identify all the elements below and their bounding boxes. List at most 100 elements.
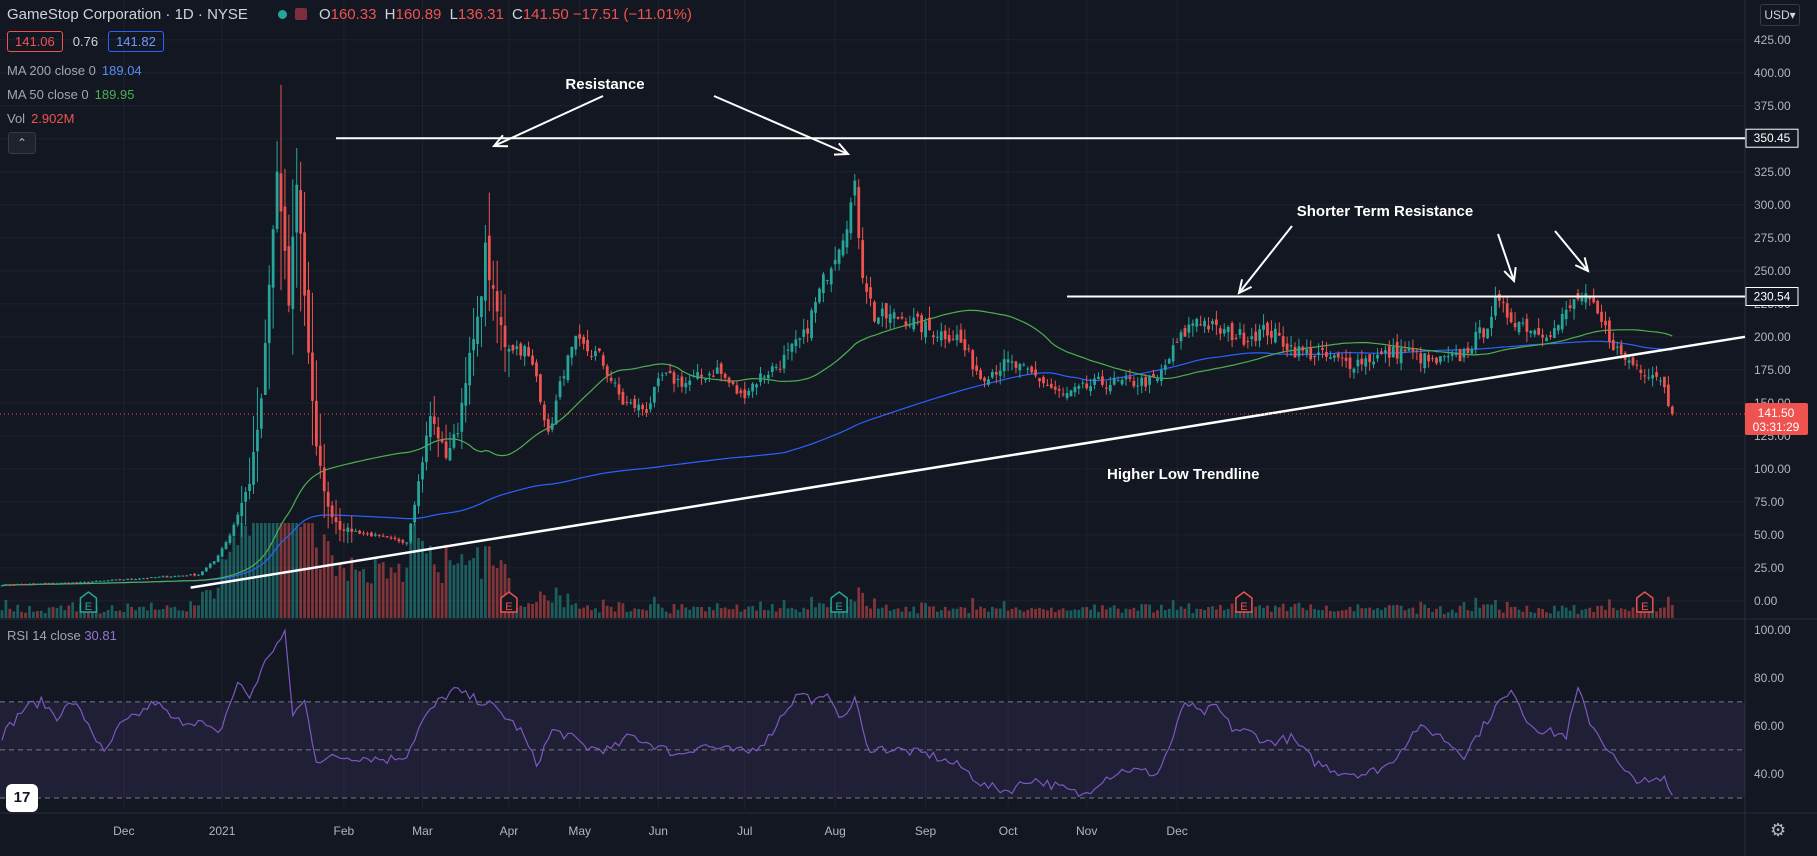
candle-body xyxy=(432,416,436,424)
rsi-legend[interactable]: RSI 14 close 30.81 xyxy=(7,628,117,643)
volume-bar xyxy=(236,545,240,618)
candle xyxy=(338,508,342,542)
chart-canvas[interactable]: Resistance Shorter Term Resistance Higher … xyxy=(0,0,1817,856)
volume-bar xyxy=(51,606,55,618)
flag-icon[interactable] xyxy=(294,8,307,21)
volume-bar xyxy=(1187,603,1191,618)
month-tick-label: Jul xyxy=(737,824,752,838)
rsi-value: 30.81 xyxy=(84,628,117,643)
earnings-marker: E xyxy=(500,591,518,613)
volume-bar xyxy=(1191,613,1195,618)
candle xyxy=(1596,299,1599,315)
volume-bar xyxy=(315,547,318,618)
candle xyxy=(1454,344,1458,358)
ma200-legend[interactable]: MA 200 close 0 189.04 xyxy=(7,63,142,78)
volume-bar xyxy=(770,604,774,618)
candle xyxy=(1659,377,1662,386)
volume-bar xyxy=(275,523,279,618)
candle xyxy=(1439,356,1442,365)
candle-body xyxy=(601,355,605,366)
volume-bar xyxy=(916,613,920,618)
volume-bar xyxy=(928,606,931,618)
candle xyxy=(971,348,975,377)
candle-body xyxy=(1663,376,1666,388)
volume-bar xyxy=(165,605,169,618)
volume-bar xyxy=(12,611,16,618)
candle-body xyxy=(935,336,939,338)
candle xyxy=(484,225,487,327)
volume-bar xyxy=(1576,613,1580,618)
volume-bar xyxy=(1623,609,1627,618)
change-value: −17.51 (−11.01%) xyxy=(572,6,692,23)
candle xyxy=(149,576,153,579)
candle-body xyxy=(814,302,817,313)
candle-body xyxy=(1462,348,1466,358)
gear-icon[interactable]: ⚙ xyxy=(1770,820,1786,841)
volume-bar xyxy=(1203,610,1206,618)
candle xyxy=(397,537,401,544)
candle xyxy=(1356,353,1360,374)
candle-body xyxy=(1199,324,1203,326)
month-tick-label: Mar xyxy=(412,824,433,838)
short-resistance-arrow-1 xyxy=(1238,225,1293,294)
volume-bar xyxy=(491,565,495,618)
volume-legend[interactable]: Vol 2.902M xyxy=(7,111,74,126)
candle xyxy=(98,580,102,582)
price-tick-label: 200.00 xyxy=(1754,330,1791,344)
candle-body xyxy=(142,578,145,580)
earnings-marker-letter: E xyxy=(835,601,842,613)
chevron-up-icon[interactable]: ⌃ xyxy=(8,132,36,154)
candle xyxy=(1014,360,1018,374)
bid-price[interactable]: 141.06 xyxy=(7,31,63,52)
volume-bar xyxy=(983,608,986,618)
volume-bar xyxy=(1097,611,1100,618)
candle-body xyxy=(1651,375,1655,379)
volume-bar xyxy=(495,567,499,618)
candle xyxy=(1419,346,1423,373)
earnings-marker-letter: E xyxy=(1240,601,1247,613)
candle-body xyxy=(1167,359,1171,364)
candle-body xyxy=(208,563,212,568)
price-tick-label: 175.00 xyxy=(1754,363,1791,377)
candle-body xyxy=(888,314,892,323)
currency-selector[interactable]: USD▾ xyxy=(1760,4,1800,26)
candle-body xyxy=(916,313,920,317)
candle xyxy=(1132,376,1136,389)
candle xyxy=(448,432,452,461)
volume-bar xyxy=(1065,610,1069,618)
candle-body xyxy=(1152,373,1155,377)
candle xyxy=(377,534,381,538)
volume-bar xyxy=(1140,604,1144,618)
candle-body xyxy=(1317,352,1320,355)
candle xyxy=(531,349,534,366)
candle xyxy=(1623,351,1627,366)
annotation-label: Resistance xyxy=(565,76,644,93)
candle-body xyxy=(904,321,908,327)
candle xyxy=(142,577,145,580)
candle-body xyxy=(421,462,424,480)
volume-bar xyxy=(1537,608,1541,618)
candle xyxy=(688,373,692,392)
candle-body xyxy=(539,374,542,402)
candle-body xyxy=(173,575,177,577)
symbol-title[interactable]: GameStop Corporation · 1D · NYSE xyxy=(7,6,248,23)
ask-price[interactable]: 141.82 xyxy=(108,31,164,52)
candle xyxy=(480,295,483,348)
candle-body xyxy=(161,576,165,578)
candle-body xyxy=(1321,348,1324,350)
price-tick-label: 275.00 xyxy=(1754,231,1791,245)
volume-bar xyxy=(810,596,813,618)
volume-bar xyxy=(774,611,778,618)
candle xyxy=(1159,364,1163,386)
candle-body xyxy=(315,400,318,447)
ma50-legend[interactable]: MA 50 close 0 189.95 xyxy=(7,87,134,102)
volume-bar xyxy=(711,610,715,618)
candle xyxy=(645,401,648,417)
candle xyxy=(1395,333,1399,365)
candle xyxy=(169,576,173,578)
candle-body xyxy=(1533,330,1537,335)
tradingview-logo[interactable]: 17 xyxy=(6,784,38,812)
legend-header: GameStop Corporation · 1D · NYSE O160.33 … xyxy=(7,6,692,23)
volume-bar xyxy=(185,611,189,618)
volume-bar xyxy=(998,608,1002,618)
